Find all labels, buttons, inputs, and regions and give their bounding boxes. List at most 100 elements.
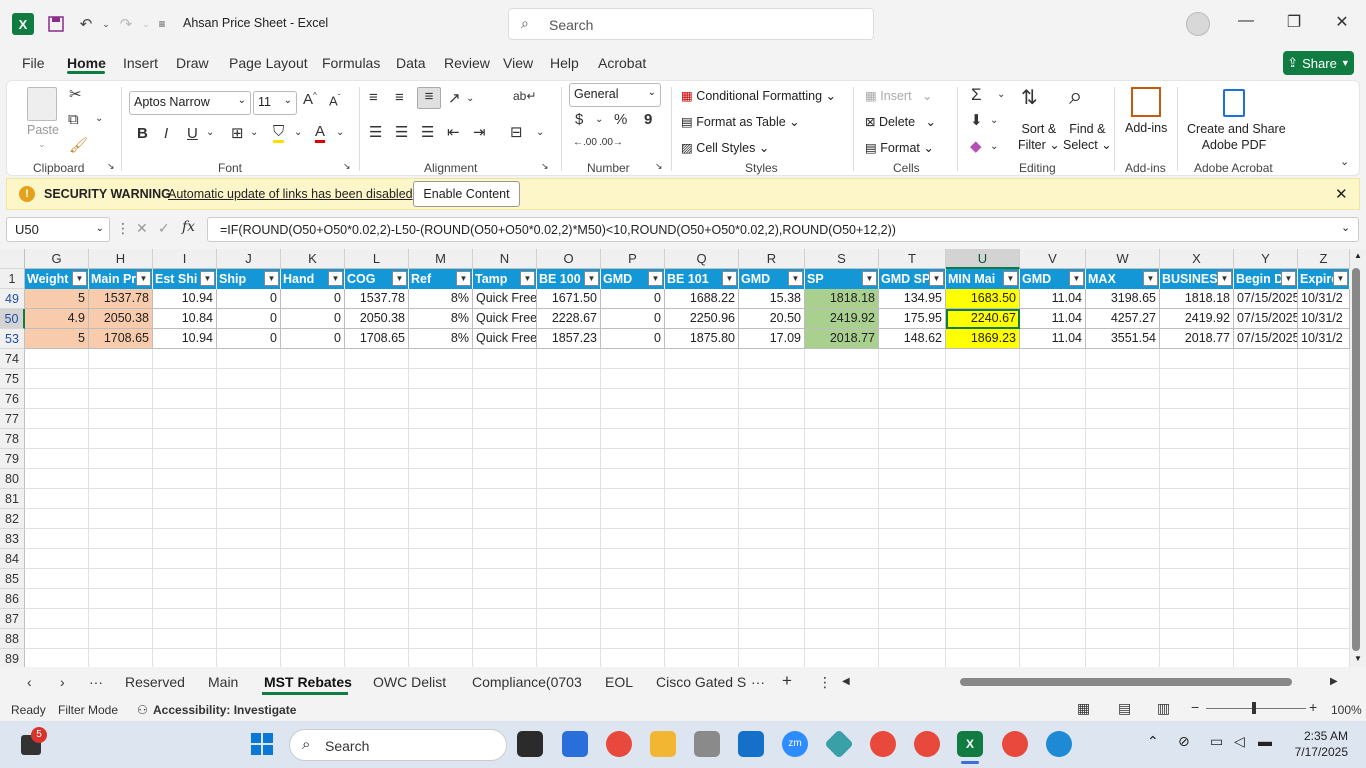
outlook-icon[interactable] — [738, 731, 764, 757]
empty-cell[interactable] — [409, 629, 473, 649]
empty-cell[interactable] — [281, 549, 345, 569]
empty-cell[interactable] — [1160, 389, 1234, 409]
restore-icon[interactable]: ❐ — [1279, 12, 1309, 36]
filter-dropdown-icon[interactable]: ▼ — [392, 271, 407, 286]
empty-cell[interactable] — [473, 529, 537, 549]
empty-cell[interactable] — [473, 389, 537, 409]
empty-cell[interactable] — [1160, 369, 1234, 389]
cell-h53[interactable]: 1708.65 — [89, 329, 153, 349]
empty-cell[interactable] — [1086, 549, 1160, 569]
empty-cell[interactable] — [537, 569, 601, 589]
cell-n53[interactable]: Quick Free — [473, 329, 537, 349]
cell-p49[interactable]: 0 — [601, 289, 665, 309]
empty-cell[interactable] — [805, 649, 879, 667]
tab-acrobat[interactable]: Acrobat — [598, 55, 646, 71]
battery-icon[interactable]: ▬ — [1258, 733, 1272, 749]
table-header-cell[interactable]: BE 100 ▼ — [537, 269, 601, 289]
empty-cell[interactable] — [281, 349, 345, 369]
column-header-s[interactable]: S — [805, 249, 879, 269]
empty-cell[interactable] — [1160, 589, 1234, 609]
borders-dropdown-icon[interactable]: ⌄ — [250, 127, 258, 138]
cell-y53[interactable]: 07/15/2025 — [1234, 329, 1298, 349]
empty-cell[interactable] — [1298, 389, 1350, 409]
task-view-icon[interactable] — [517, 731, 543, 757]
row-header-1[interactable]: 1 — [0, 269, 25, 289]
empty-cell[interactable] — [879, 389, 946, 409]
empty-cell[interactable] — [409, 649, 473, 667]
filter-dropdown-icon[interactable]: ▼ — [722, 271, 737, 286]
empty-cell[interactable] — [879, 369, 946, 389]
empty-cell[interactable] — [1234, 349, 1298, 369]
empty-cell[interactable] — [946, 429, 1020, 449]
next-sheet-icon[interactable]: › — [60, 674, 65, 690]
empty-cell[interactable] — [1160, 429, 1234, 449]
align-center-icon[interactable]: ☰ — [395, 123, 408, 141]
wrap-text-icon[interactable]: ab↵ — [513, 89, 536, 103]
empty-cell[interactable] — [1298, 549, 1350, 569]
empty-cell[interactable] — [946, 489, 1020, 509]
sheet-tab-compliance[interactable]: Compliance(0703 — [472, 674, 582, 690]
tab-help[interactable]: Help — [550, 55, 579, 71]
empty-cell[interactable] — [665, 509, 739, 529]
cell-l53[interactable]: 1708.65 — [345, 329, 409, 349]
empty-cell[interactable] — [739, 369, 805, 389]
empty-cell[interactable] — [739, 589, 805, 609]
empty-cell[interactable] — [601, 509, 665, 529]
empty-cell[interactable] — [281, 509, 345, 529]
empty-cell[interactable] — [1160, 609, 1234, 629]
empty-cell[interactable] — [345, 649, 409, 667]
number-launcher-icon[interactable]: ↘ — [655, 161, 663, 172]
empty-cell[interactable] — [1020, 569, 1086, 589]
normal-view-icon[interactable]: ▦ — [1077, 700, 1090, 717]
table-header-cell[interactable]: SP ▼ — [805, 269, 879, 289]
empty-cell[interactable] — [665, 469, 739, 489]
empty-cell[interactable] — [1234, 489, 1298, 509]
empty-cell[interactable] — [1020, 349, 1086, 369]
empty-cell[interactable] — [89, 549, 153, 569]
empty-cell[interactable] — [879, 469, 946, 489]
cell-s50[interactable]: 2419.92 — [805, 309, 879, 329]
store-icon[interactable] — [562, 731, 588, 757]
empty-cell[interactable] — [281, 529, 345, 549]
empty-cell[interactable] — [537, 369, 601, 389]
customize-toolbar-icon[interactable]: ≡ — [150, 12, 174, 36]
cancel-icon[interactable]: ✕ — [136, 220, 148, 237]
empty-cell[interactable] — [946, 609, 1020, 629]
empty-cell[interactable] — [153, 549, 217, 569]
excel-taskbar-icon[interactable]: X — [957, 731, 983, 757]
search-input[interactable]: ⌕ Search — [508, 8, 874, 40]
scroll-up-icon[interactable]: ▲ — [1354, 251, 1362, 260]
account-avatar[interactable] — [1186, 12, 1210, 36]
empty-cell[interactable] — [665, 489, 739, 509]
empty-cell[interactable] — [89, 469, 153, 489]
empty-cell[interactable] — [473, 549, 537, 569]
underline-dropdown-icon[interactable]: ⌄ — [206, 127, 214, 138]
sheet-tab-owc-delist[interactable]: OWC Delist — [373, 674, 446, 690]
empty-cell[interactable] — [879, 429, 946, 449]
cell-l50[interactable]: 2050.38 — [345, 309, 409, 329]
empty-cell[interactable] — [1086, 649, 1160, 667]
format-painter-icon[interactable]: 🖌 — [69, 136, 88, 154]
filter-dropdown-icon[interactable]: ▼ — [456, 271, 471, 286]
empty-cell[interactable] — [25, 589, 89, 609]
empty-cell[interactable] — [89, 349, 153, 369]
filter-dropdown-icon[interactable]: ▼ — [328, 271, 343, 286]
volume-icon[interactable]: ◁ — [1234, 733, 1245, 750]
table-header-cell[interactable]: Main Pr ▼ — [89, 269, 153, 289]
empty-cell[interactable] — [1298, 629, 1350, 649]
row-header-74[interactable]: 74 — [0, 349, 25, 369]
fill-color-dropdown-icon[interactable]: ⌄ — [294, 127, 302, 138]
column-header-q[interactable]: Q — [665, 249, 739, 269]
row-header-87[interactable]: 87 — [0, 609, 25, 629]
empty-cell[interactable] — [281, 629, 345, 649]
empty-cell[interactable] — [409, 389, 473, 409]
empty-cell[interactable] — [946, 369, 1020, 389]
empty-cell[interactable] — [946, 549, 1020, 569]
empty-cell[interactable] — [1160, 549, 1234, 569]
font-color-icon[interactable]: A — [315, 123, 326, 143]
file-explorer-icon[interactable] — [650, 731, 676, 757]
empty-cell[interactable] — [217, 389, 281, 409]
column-header-z[interactable]: Z — [1298, 249, 1350, 269]
empty-cell[interactable] — [601, 409, 665, 429]
empty-cell[interactable] — [537, 449, 601, 469]
